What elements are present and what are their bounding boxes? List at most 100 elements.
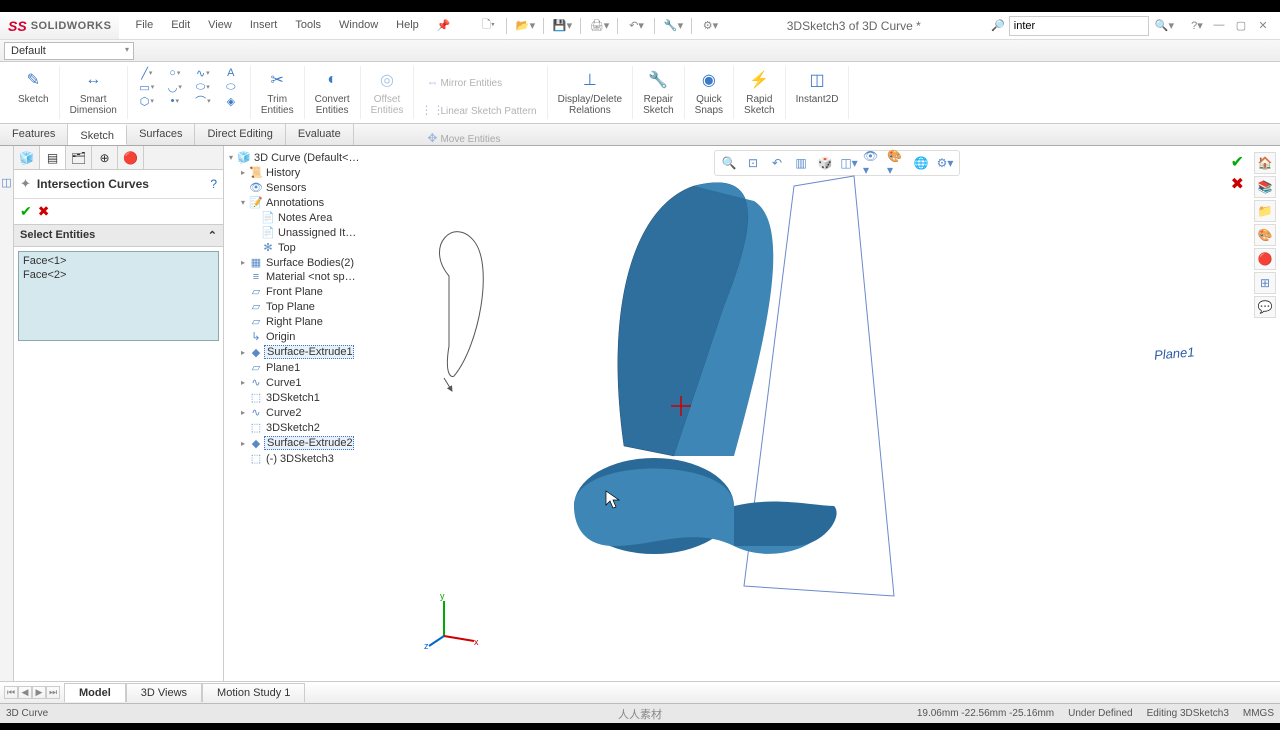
new-icon[interactable]: 🗋▾ [478,16,498,36]
menu-edit[interactable]: Edit [163,13,198,38]
close-icon[interactable]: ✕ [1254,19,1272,32]
tab-nav-last-icon[interactable]: ⏭ [46,686,60,699]
trim-entities-button[interactable]: ✂ Trim Entities [257,66,298,118]
menu-tools[interactable]: Tools [287,13,329,38]
tree-material[interactable]: Material <not sp… [264,271,356,283]
display-relations-button[interactable]: ⊥ Display/Delete Relations [554,66,626,118]
side-handle-icon[interactable]: ◫ [0,176,13,189]
tree-surf-extrude2[interactable]: Surface-Extrude2 [264,436,354,450]
sketch-button[interactable]: ✎ Sketch [14,66,53,107]
tree-3dsketch3[interactable]: (-) 3DSketch3 [264,453,334,465]
menu-file[interactable]: File [127,13,161,38]
tree-3dsketch1[interactable]: 3DSketch1 [264,392,320,404]
tree-plane1[interactable]: Plane1 [264,362,300,374]
relations-icon: ⊥ [578,68,602,92]
circle-icon[interactable]: ○▾ [162,66,188,80]
tab-3d-views[interactable]: 3D Views [126,683,202,702]
tab-motion-study[interactable]: Motion Study 1 [202,683,305,702]
maximize-icon[interactable]: ▢ [1232,19,1250,32]
menu-help[interactable]: Help [388,13,427,38]
pm-collapse-icon[interactable]: ⌃ [208,229,217,242]
tree-surface-bodies[interactable]: Surface Bodies(2) [264,257,354,269]
tree-front-plane[interactable]: Front Plane [264,286,323,298]
pm-tab-config-icon[interactable]: 🗂 [66,146,92,169]
convert-entities-button[interactable]: ◐ Convert Entities [311,66,354,118]
quick-snaps-button[interactable]: ◉ Quick Snaps [691,66,727,118]
tree-unassigned[interactable]: Unassigned It… [276,227,356,239]
view-triad-icon[interactable]: y x z [424,591,484,651]
text-tool-icon[interactable]: A [218,66,244,80]
help-icon[interactable]: ?▾ [1188,19,1206,32]
fillet-icon[interactable]: ⌒▾ [190,94,216,108]
minimize-icon[interactable]: — [1210,19,1228,32]
plane-icon[interactable]: ◈ [218,94,244,108]
tab-nav-next-icon[interactable]: ▶ [32,686,46,699]
tree-top-plane[interactable]: Top Plane [264,301,315,313]
graphics-view[interactable]: 🔍 ⊡ ↶ ▥ 🎲 ◫▾ 👁▾ 🎨▾ 🌐 ⚙▾ 🏠 📚 📁 🎨 🔴 ⊞ 💬 [394,146,1280,681]
tree-3dsketch2[interactable]: 3DSketch2 [264,422,320,434]
slot-icon[interactable]: ⬭ [218,80,244,94]
tree-surf-extrude1[interactable]: Surface-Extrude1 [264,345,354,359]
spline-icon[interactable]: ∿▾ [190,66,216,80]
pm-tab-feature-tree-icon[interactable]: 🧊 [14,146,40,169]
tree-history[interactable]: History [264,167,300,179]
tree-curve2[interactable]: Curve2 [264,407,301,419]
menu-pin-icon[interactable]: 📌 [429,13,459,38]
tab-features[interactable]: Features [0,124,68,145]
tree-right-plane[interactable]: Right Plane [264,316,323,328]
confirm-ok-icon[interactable]: ✔ [1231,152,1244,172]
svg-text:y: y [440,591,445,601]
confirm-cancel-icon[interactable]: ✖ [1231,174,1244,194]
rebuild-icon[interactable]: 🔧▾ [663,16,683,36]
feature-tree: ▾🧊3D Curve (Default<… ▸📜History 👁Sensors… [224,146,394,681]
tab-nav-first-icon[interactable]: ⏮ [4,686,18,699]
rapid-sketch-button[interactable]: ⚡ Rapid Sketch [740,66,779,118]
arc-icon[interactable]: ◡▾ [162,80,188,94]
pm-tab-appearance-icon[interactable]: 🔴 [118,146,144,169]
tree-curve1[interactable]: Curve1 [264,377,301,389]
point-icon[interactable]: •▾ [162,94,188,108]
rect-icon[interactable]: ▭▾ [134,80,160,94]
tree-origin[interactable]: Origin [264,331,295,343]
search-glass-icon[interactable]: 🔍▾ [1149,19,1180,32]
status-units[interactable]: MMGS [1243,708,1274,719]
tree-annotations[interactable]: Annotations [264,197,324,209]
line-icon[interactable]: ╱▾ [134,66,160,80]
pm-help-icon[interactable]: ? [210,177,217,191]
print-icon[interactable]: 🖨▾ [589,16,609,36]
tab-evaluate[interactable]: Evaluate [286,124,354,145]
pm-cancel-icon[interactable]: ✖ [38,203,50,220]
instant2d-button[interactable]: ◫ Instant2D [792,66,843,107]
pm-tab-property-icon[interactable]: ▤ [40,146,66,169]
tab-surfaces[interactable]: Surfaces [127,124,195,145]
menu-view[interactable]: View [200,13,240,38]
options-icon[interactable]: ⚙▾ [700,16,720,36]
tab-nav-prev-icon[interactable]: ◀ [18,686,32,699]
config-combo[interactable]: Default [4,42,134,60]
smart-dimension-button[interactable]: ↔ Smart Dimension [66,66,121,118]
open-icon[interactable]: 📂▾ [515,16,535,36]
tab-model[interactable]: Model [64,683,126,702]
repair-sketch-button[interactable]: 🔧 Repair Sketch [639,66,678,118]
selection-item[interactable]: Face<2> [21,268,216,282]
tree-notes[interactable]: Notes Area [276,212,332,224]
menu-insert[interactable]: Insert [242,13,286,38]
save-icon[interactable]: 💾▾ [552,16,572,36]
linear-pattern-button: ⋮⋮Linear Sketch Pattern [420,96,540,124]
undo-icon[interactable]: ↶▾ [626,16,646,36]
search-toggle-icon[interactable]: 🔎 [987,19,1009,32]
tab-sketch[interactable]: Sketch [68,124,127,145]
pm-ok-icon[interactable]: ✔ [20,203,32,220]
pm-tab-dim-icon[interactable]: ⊕ [92,146,118,169]
search-input[interactable] [1009,16,1149,36]
pm-feature-icon: ✦ [20,176,31,192]
tree-sensors[interactable]: Sensors [264,182,306,194]
tab-direct-editing[interactable]: Direct Editing [195,124,285,145]
poly-icon[interactable]: ⬡▾ [134,94,160,108]
menu-window[interactable]: Window [331,13,386,38]
tree-root[interactable]: 3D Curve (Default<… [252,152,359,164]
tree-top-anno[interactable]: Top [276,242,296,254]
selection-item[interactable]: Face<1> [21,254,216,268]
selection-list[interactable]: Face<1> Face<2> [18,251,219,341]
ellipse-icon[interactable]: ⬭▾ [190,80,216,94]
